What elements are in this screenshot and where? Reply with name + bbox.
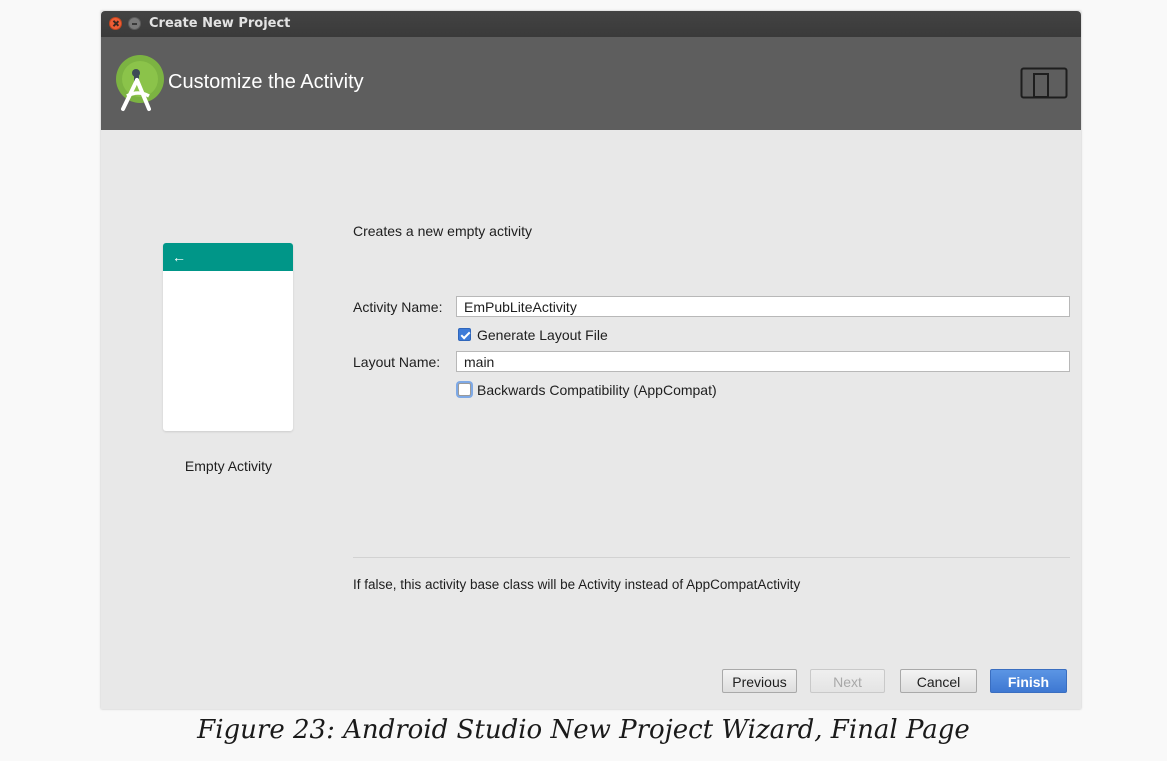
- next-button[interactable]: Next: [810, 669, 885, 693]
- title-bar: Create New Project: [101, 11, 1081, 37]
- finish-button[interactable]: Finish: [990, 669, 1067, 693]
- template-name: Empty Activity: [184, 458, 273, 474]
- layout-name-label: Layout Name:: [353, 354, 441, 370]
- backwards-compat-label: Backwards Compatibility (AppCompat): [477, 382, 717, 398]
- divider: [353, 557, 1070, 558]
- generate-layout-label: Generate Layout File: [477, 327, 608, 343]
- generate-layout-checkbox[interactable]: [458, 328, 471, 341]
- device-preview-icon: [1020, 67, 1068, 99]
- activity-name-label: Activity Name:: [353, 299, 443, 315]
- cancel-button[interactable]: Cancel: [900, 669, 977, 693]
- layout-name-field[interactable]: [456, 351, 1070, 372]
- create-project-dialog: Create New Project Customize the Activit…: [101, 11, 1081, 709]
- activity-preview-card: ←: [163, 243, 293, 431]
- figure-caption: Figure 23: Android Studio New Project Wi…: [197, 715, 970, 745]
- close-window-icon[interactable]: [109, 17, 122, 30]
- help-text: If false, this activity base class will …: [353, 577, 801, 592]
- window-title: Create New Project: [149, 16, 291, 31]
- wizard-header: Customize the Activity: [101, 37, 1081, 130]
- android-studio-logo-icon: [116, 55, 164, 111]
- page-title: Customize the Activity: [168, 71, 364, 93]
- activity-name-field[interactable]: [456, 296, 1070, 317]
- preview-toolbar: ←: [163, 243, 293, 271]
- back-arrow-icon: ←: [172, 249, 186, 265]
- minimize-window-icon[interactable]: [128, 17, 141, 30]
- previous-button[interactable]: Previous: [722, 669, 797, 693]
- backwards-compat-checkbox[interactable]: [458, 383, 471, 396]
- template-description: Creates a new empty activity: [353, 223, 532, 239]
